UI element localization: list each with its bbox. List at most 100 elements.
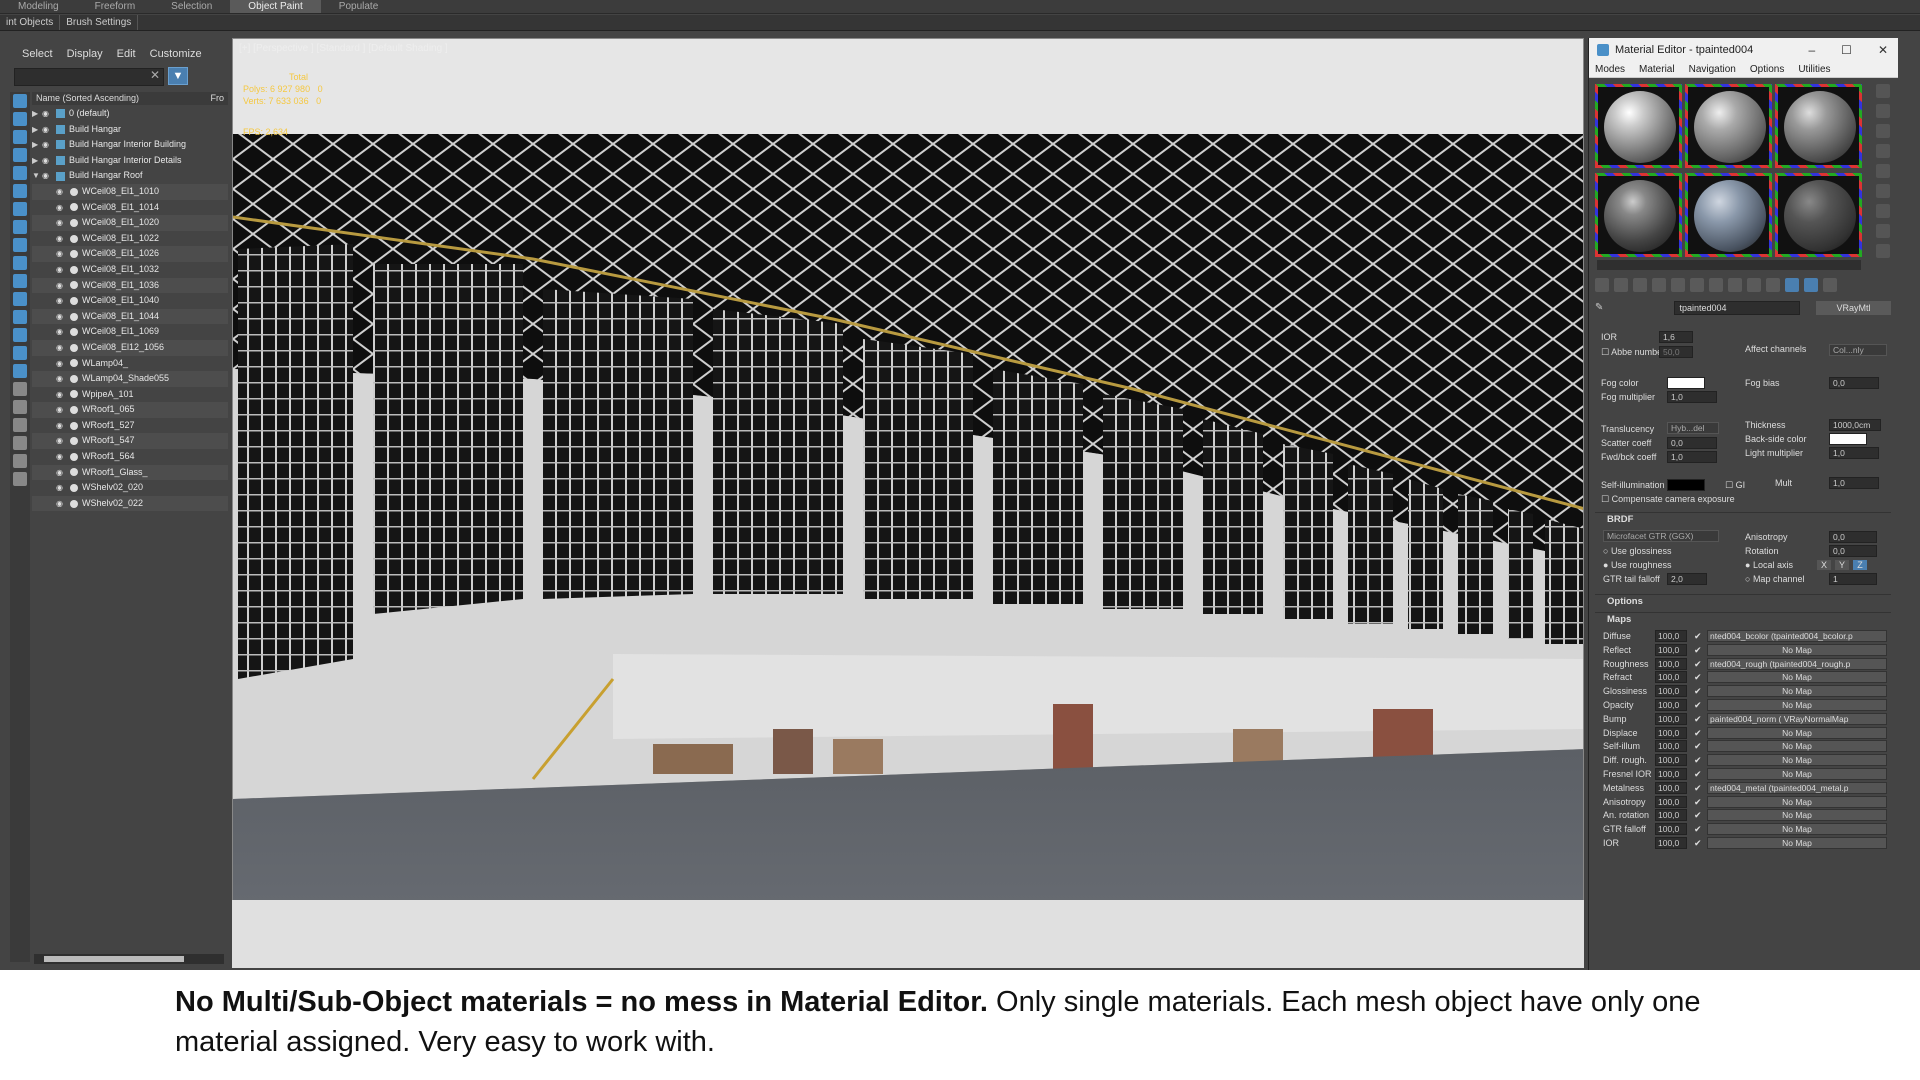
fog-color-swatch[interactable] (1667, 377, 1705, 389)
visibility-eye-icon[interactable]: ◉ (56, 215, 68, 231)
viewport-label[interactable]: [+] [Perspective ] [Standard ] [Default … (239, 43, 448, 54)
clear-search-icon[interactable]: ✕ (150, 68, 160, 82)
map-enable-checkbox[interactable]: ✔ (1694, 630, 1702, 643)
filter-icon[interactable]: ▼ (168, 67, 188, 85)
minimize-icon[interactable]: – (1808, 43, 1815, 57)
visibility-eye-icon[interactable]: ◉ (56, 371, 68, 387)
map-amount-spinner[interactable]: 100,0 (1655, 726, 1687, 739)
collapsed-arrow-icon[interactable]: ▶ (32, 137, 42, 153)
material-menu-modes[interactable]: Modes (1595, 62, 1625, 77)
object-row[interactable]: ◉ WRoof1_527 (32, 418, 228, 434)
explorer-tool-icon[interactable] (13, 184, 27, 198)
object-row[interactable]: ◉ WShelv02_020 (32, 480, 228, 496)
visibility-eye-icon[interactable]: ◉ (56, 387, 68, 403)
material-tool-icon[interactable] (1633, 278, 1647, 292)
material-tool-icon[interactable] (1804, 278, 1818, 292)
visibility-eye-icon[interactable]: ◉ (56, 402, 68, 418)
explorer-tool-icon[interactable] (13, 418, 27, 432)
material-name-field[interactable]: tpainted004 (1674, 301, 1800, 315)
material-type-button[interactable]: VRayMtl (1815, 301, 1891, 315)
map-enable-checkbox[interactable]: ✔ (1694, 823, 1702, 836)
map-slot-button[interactable]: No Map (1707, 837, 1887, 849)
object-row[interactable]: ◉ WCeil08_El1_1032 (32, 262, 228, 278)
material-menu-utilities[interactable]: Utilities (1798, 62, 1830, 77)
material-slot[interactable] (1685, 84, 1772, 168)
map-amount-spinner[interactable]: 100,0 (1655, 699, 1687, 711)
map-enable-checkbox[interactable]: ✔ (1694, 727, 1702, 740)
scatter-coeff-spinner[interactable]: 0,0 (1667, 437, 1717, 449)
visibility-eye-icon[interactable]: ◉ (56, 324, 68, 340)
map-channel-radio[interactable]: ○ Map channel (1745, 574, 1804, 584)
fog-bias-spinner[interactable]: 0,0 (1829, 377, 1879, 389)
object-row[interactable]: ◉ WLamp04_ (32, 356, 228, 372)
material-tool-icon[interactable] (1595, 278, 1609, 292)
slot-option-icon[interactable] (1876, 224, 1890, 238)
map-enable-checkbox[interactable]: ✔ (1694, 768, 1702, 781)
explorer-tool-icon[interactable] (13, 346, 27, 360)
explorer-tool-icon[interactable] (13, 364, 27, 378)
visibility-eye-icon[interactable]: ◉ (42, 137, 54, 153)
object-row[interactable]: ◉ WRoof1_564 (32, 449, 228, 465)
explorer-tool-icon[interactable] (13, 202, 27, 216)
slots-horizontal-scrollbar[interactable] (1597, 260, 1861, 270)
explorer-tool-icon[interactable] (13, 310, 27, 324)
material-tool-icon[interactable] (1785, 278, 1799, 292)
eyedropper-icon[interactable]: ✎ (1595, 302, 1608, 314)
map-amount-spinner[interactable]: 100,0 (1655, 643, 1687, 656)
axis-x-button[interactable]: X (1817, 560, 1831, 570)
visibility-eye-icon[interactable]: ◉ (56, 231, 68, 247)
collapsed-arrow-icon[interactable]: ▶ (32, 153, 42, 169)
fog-multiplier-spinner[interactable]: 1,0 (1667, 391, 1717, 403)
map-slot-button[interactable]: No Map (1707, 768, 1887, 780)
slot-option-icon[interactable] (1876, 244, 1890, 258)
explorer-tool-icon[interactable] (13, 472, 27, 486)
map-amount-spinner[interactable]: 100,0 (1655, 768, 1687, 780)
explorer-tool-icon[interactable] (13, 130, 27, 144)
layer-row[interactable]: ▶ ◉ 0 (default) (32, 106, 228, 122)
map-amount-spinner[interactable]: 100,0 (1655, 671, 1687, 684)
map-slot-button[interactable]: No Map (1707, 795, 1887, 808)
object-row[interactable]: ◉ WCeil08_El1_1022 (32, 231, 228, 247)
map-slot-button[interactable]: No Map (1707, 740, 1887, 753)
map-amount-spinner[interactable]: 100,0 (1655, 795, 1687, 808)
visibility-eye-icon[interactable]: ◉ (56, 184, 68, 200)
sub-toolbar-item[interactable]: int Objects (0, 15, 61, 30)
map-enable-checkbox[interactable]: ✔ (1694, 837, 1702, 850)
material-slot[interactable] (1775, 84, 1862, 168)
material-slot[interactable] (1685, 172, 1772, 257)
material-tool-icon[interactable] (1823, 278, 1837, 292)
gi-checkbox[interactable]: ☐ GI (1725, 480, 1745, 491)
explorer-tool-icon[interactable] (13, 238, 27, 252)
map-slot-button[interactable]: No Map (1707, 699, 1887, 711)
map-enable-checkbox[interactable]: ✔ (1694, 796, 1702, 809)
object-row[interactable]: ◉ WCeil08_El1_1010 (32, 183, 228, 200)
map-channel-spinner[interactable]: 1 (1829, 573, 1877, 585)
material-tool-icon[interactable] (1728, 278, 1742, 292)
material-editor-titlebar[interactable]: Material Editor - tpainted004 – ☐ ✕ (1589, 38, 1898, 62)
material-slot[interactable] (1775, 172, 1862, 257)
map-slot-button[interactable]: painted004_norm ( VRayNormalMap (1707, 712, 1887, 725)
map-enable-checkbox[interactable]: ✔ (1694, 644, 1702, 657)
map-amount-spinner[interactable]: 100,0 (1655, 657, 1687, 670)
slot-option-icon[interactable] (1876, 104, 1890, 118)
explorer-tool-icon[interactable] (13, 274, 27, 288)
maximize-icon[interactable]: ☐ (1841, 43, 1852, 57)
object-row[interactable]: ◉ WCeil08_El1_1044 (32, 308, 228, 325)
map-enable-checkbox[interactable]: ✔ (1694, 685, 1702, 698)
self-illumination-swatch[interactable] (1667, 479, 1705, 491)
anisotropy-spinner[interactable]: 0,0 (1829, 531, 1877, 543)
explorer-tool-icon[interactable] (13, 220, 27, 234)
visibility-eye-icon[interactable]: ◉ (56, 496, 68, 512)
explorer-menu-display[interactable]: Display (67, 48, 103, 60)
map-enable-checkbox[interactable]: ✔ (1694, 754, 1702, 767)
material-menu-navigation[interactable]: Navigation (1689, 62, 1736, 77)
object-row[interactable]: ◉ WCeil08_El1_1026 (32, 246, 228, 262)
slot-option-icon[interactable] (1876, 184, 1890, 198)
map-slot-button[interactable]: No Map (1707, 685, 1887, 698)
material-tool-icon[interactable] (1690, 278, 1704, 292)
material-slot[interactable] (1595, 172, 1682, 257)
slot-option-icon[interactable] (1876, 84, 1890, 98)
visibility-eye-icon[interactable]: ◉ (56, 418, 68, 434)
explorer-column-header[interactable]: Name (Sorted Ascending) Fro (32, 92, 228, 105)
perspective-viewport[interactable]: [+] [Perspective ] [Standard ] [Default … (232, 38, 1584, 968)
